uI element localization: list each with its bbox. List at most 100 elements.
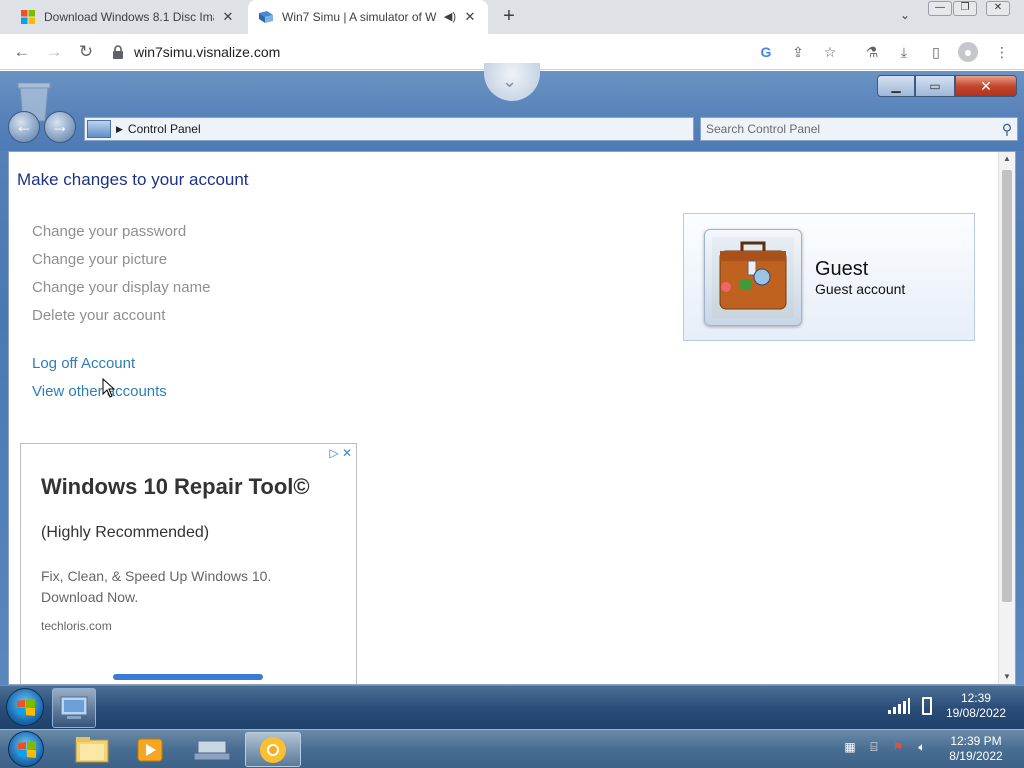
share-icon[interactable]: ⇪ <box>788 42 808 62</box>
vertical-scrollbar[interactable]: ▲ ▼ <box>998 152 1015 684</box>
ad-choices-close-icon[interactable]: ▷ ✕ <box>329 446 352 460</box>
folder-icon <box>75 737 109 763</box>
taskbar-explorer-button[interactable] <box>64 732 120 767</box>
ad-button[interactable] <box>113 674 263 680</box>
taskbar-chrome-button[interactable] <box>245 732 301 767</box>
forward-button[interactable]: → <box>44 111 76 143</box>
taskbar-keyboard-button[interactable] <box>184 732 240 767</box>
windows-logo-icon <box>21 10 35 24</box>
control-panel-window: ⌄ ▁ ▭ ✕ ← → ▶ Control Panel Search Contr… <box>0 63 1024 685</box>
user-name: Guest <box>815 258 869 280</box>
host-taskbar: ▦ ⌸ ⚑ 🔈︎ 12:39 PM 8/19/2022 <box>0 729 1024 768</box>
browser-tab-strip: Download Windows 8.1 Disc Ima ✕ Win7 Sim… <box>0 0 1024 34</box>
win7simu-favicon-icon <box>259 11 273 23</box>
host-clock-date: 8/19/2022 <box>949 749 1003 763</box>
user-card: Guest Guest account <box>683 213 975 341</box>
menu-dots-icon[interactable]: ⋮ <box>992 42 1012 62</box>
control-panel-app-icon <box>60 696 88 719</box>
change-display-name-link[interactable]: Change your display name <box>32 278 332 306</box>
screen: { "browser": { "tabs": [ {"title": "Down… <box>0 0 1024 768</box>
start-button[interactable] <box>6 688 44 726</box>
forward-arrow-icon[interactable]: → <box>42 40 66 64</box>
media-player-icon <box>137 738 163 762</box>
ad-body: Fix, Clean, & Speed Up Windows 10. Downl… <box>41 568 272 605</box>
close-tab-icon[interactable]: ✕ <box>220 9 236 25</box>
ad-domain[interactable]: techloris.com <box>41 619 112 633</box>
google-lens-icon[interactable]: G <box>756 42 776 62</box>
clock-time: 12:39 <box>960 691 991 705</box>
volume-icon[interactable]: 🔈︎ <box>914 739 930 755</box>
search-placeholder: Search Control Panel <box>706 122 821 136</box>
address-bar[interactable]: ▶ Control Panel <box>84 117 694 141</box>
clock-date: 19/08/2022 <box>945 706 1006 720</box>
tab-title: Win7 Simu | A simulator of W <box>282 10 437 24</box>
scroll-up-icon[interactable]: ▲ <box>999 152 1015 166</box>
close-window-button[interactable]: ✕ <box>955 75 1017 97</box>
lock-icon <box>112 45 124 59</box>
ad-title[interactable]: Windows 10 Repair Tool© <box>41 474 310 500</box>
simulated-taskbar: 12:39 19/08/2022 <box>0 685 1024 729</box>
windows-flag-icon <box>18 741 36 758</box>
search-icon[interactable]: ⚲ <box>997 119 1017 139</box>
caption-buttons: ▁ ▭ ✕ <box>877 75 1017 99</box>
chrome-icon <box>260 737 286 763</box>
url-text: win7simu.visnalize.com <box>134 44 281 60</box>
signal-icon[interactable] <box>887 698 910 714</box>
download-icon[interactable]: ⤓ <box>894 42 914 62</box>
account-links: Log off Account View other accounts <box>32 354 167 410</box>
side-panel-icon[interactable]: ▯ <box>926 42 946 62</box>
scroll-down-icon[interactable]: ▼ <box>999 670 1015 684</box>
restore-browser-button[interactable]: ❐ <box>953 1 977 16</box>
taskbar-control-panel-button[interactable] <box>52 688 96 728</box>
reload-icon[interactable]: ↻ <box>74 40 98 64</box>
change-password-link[interactable]: Change your password <box>32 222 332 250</box>
action-center-icon[interactable]: ⚑ <box>890 739 906 755</box>
taskbar-media-player-button[interactable] <box>122 732 178 767</box>
search-box[interactable]: Search Control Panel ⚲ <box>700 117 1018 141</box>
delete-account-link[interactable]: Delete your account <box>32 306 332 334</box>
simulated-clock[interactable]: 12:39 19/08/2022 <box>946 691 1006 721</box>
tray-app-icon[interactable]: ▦ <box>842 739 858 755</box>
host-start-button[interactable] <box>8 731 44 767</box>
close-tab-icon[interactable]: ✕ <box>462 9 478 25</box>
content-pane: Make changes to your account Change your… <box>8 151 1016 685</box>
maximize-window-button[interactable]: ▭ <box>915 75 955 97</box>
view-other-accounts-link[interactable]: View other accounts <box>32 382 167 410</box>
advertisement[interactable]: ▷ ✕ Windows 10 Repair Tool© (Highly Reco… <box>20 443 357 684</box>
labs-flask-icon[interactable]: ⚗ <box>862 42 882 62</box>
bookmark-star-icon[interactable]: ☆ <box>820 42 840 62</box>
host-clock[interactable]: 12:39 PM 8/19/2022 <box>942 734 1010 764</box>
back-arrow-icon[interactable]: ← <box>10 40 34 64</box>
breadcrumb-arrow-icon[interactable]: ▶ <box>116 124 123 135</box>
back-button[interactable]: ← <box>8 111 40 143</box>
simulated-tray: 12:39 19/08/2022 <box>887 691 1006 721</box>
suitcase-avatar-icon <box>712 237 794 318</box>
tab-win7simu[interactable]: Win7 Simu | A simulator of W ◀) ✕ <box>248 0 488 34</box>
windows-flag-icon <box>17 699 35 716</box>
omnibox[interactable]: win7simu.visnalize.com <box>112 39 752 65</box>
scroll-thumb[interactable] <box>1002 170 1012 602</box>
network-icon[interactable]: ⌸ <box>866 739 882 755</box>
mouse-cursor-icon <box>102 378 116 398</box>
close-browser-button[interactable]: ✕ <box>986 1 1010 16</box>
tab-search-icon[interactable]: ⌄ <box>896 8 914 26</box>
log-off-link[interactable]: Log off Account <box>32 354 167 382</box>
host-clock-time: 12:39 PM <box>950 734 1002 748</box>
change-picture-link[interactable]: Change your picture <box>32 250 332 278</box>
account-tasks-list: Change your password Change your picture… <box>32 222 332 334</box>
breadcrumb-control-panel[interactable]: Control Panel <box>128 122 201 136</box>
tab-download-windows[interactable]: Download Windows 8.1 Disc Ima ✕ <box>8 0 246 34</box>
minimize-window-button[interactable]: ▁ <box>877 75 915 97</box>
page-title: Make changes to your account <box>17 170 249 189</box>
control-panel-icon <box>87 120 111 138</box>
ad-subtitle: (Highly Recommended) <box>41 524 210 541</box>
tab-title: Download Windows 8.1 Disc Ima <box>44 10 214 24</box>
minimize-browser-button[interactable]: — <box>928 1 952 16</box>
user-type: Guest account <box>815 281 906 297</box>
user-picture-frame <box>704 229 802 326</box>
profile-avatar-icon[interactable]: ● <box>958 42 978 62</box>
host-tray: ▦ ⌸ ⚑ 🔈︎ <box>842 739 930 755</box>
new-tab-button[interactable]: + <box>498 6 520 28</box>
speaker-icon[interactable]: ◀) <box>444 10 456 23</box>
battery-icon[interactable] <box>921 697 932 715</box>
